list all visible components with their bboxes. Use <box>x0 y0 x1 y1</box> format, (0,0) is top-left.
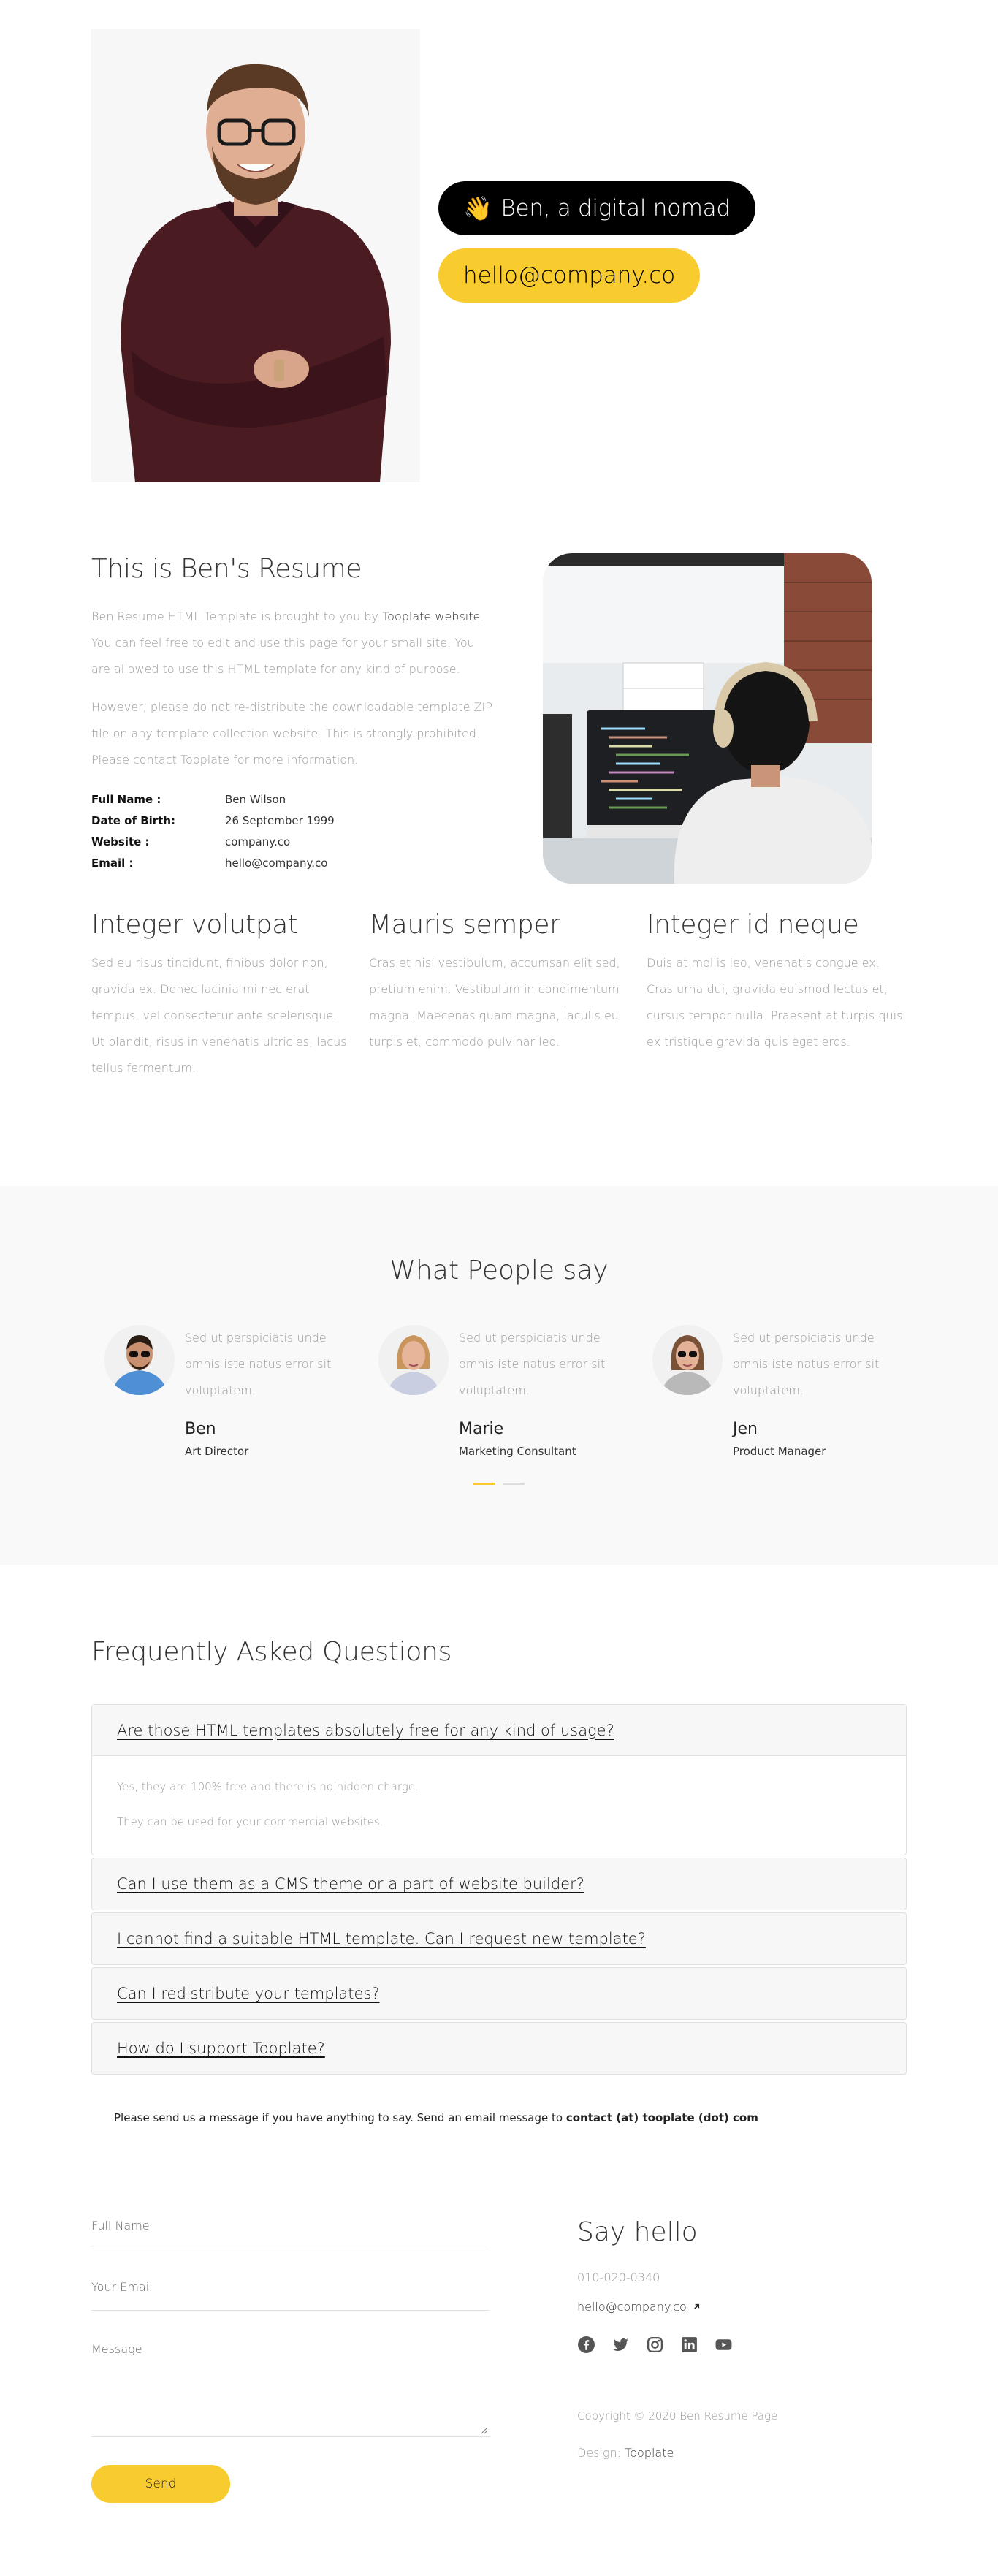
info-label: Website : <box>91 835 150 848</box>
footer-email-text: hello@company.co <box>577 2300 687 2314</box>
social-links <box>577 2336 733 2354</box>
faq-item: Can I use them as a CMS theme or a part … <box>91 1858 907 1910</box>
info-value: company.co <box>225 835 291 848</box>
testimonial-item: Sed ut perspiciatis unde omnis iste natu… <box>104 1325 353 1471</box>
feature-column: Integer id neque Duis at mollis leo, ven… <box>647 910 906 1055</box>
linkedin-icon[interactable] <box>680 2336 698 2354</box>
testimonial-name: Ben <box>185 1420 216 1438</box>
faq-item: How do I support Tooplate? <box>91 2022 907 2075</box>
carousel-dot-2[interactable] <box>503 1483 525 1485</box>
feature-title: Integer volutpat <box>91 910 298 940</box>
waving-hand-icon: 👋 <box>463 194 492 222</box>
testimonial-item: Sed ut perspiciatis unde omnis iste natu… <box>652 1325 901 1471</box>
copyright-text: Copyright © 2020 Ben Resume Page <box>577 2409 778 2423</box>
testimonial-name: Marie <box>459 1420 504 1438</box>
tooplate-website-link[interactable]: Tooplate website <box>382 609 480 623</box>
feature-column: Integer volutpat Sed eu risus tincidunt,… <box>91 910 351 1082</box>
faq-question[interactable]: Can I use them as a CMS theme or a part … <box>92 1858 906 1910</box>
phone-number: 010-020-0340 <box>577 2271 660 2284</box>
message-label: Message <box>91 2342 142 2356</box>
testimonial-name: Jen <box>733 1420 758 1438</box>
faq-answer: Yes, they are 100% free and there is no … <box>92 1756 906 1855</box>
testimonial-role: Marketing Consultant <box>459 1445 576 1458</box>
faq-title: Frequently Asked Questions <box>91 1637 452 1667</box>
faq-item: I cannot find a suitable HTML template. … <box>91 1912 907 1965</box>
hero-email-pill[interactable]: hello@company.co <box>438 248 701 303</box>
faq-answer-line: Yes, they are 100% free and there is no … <box>117 1780 419 1793</box>
about-title: This is Ben's Resume <box>91 554 362 584</box>
testimonial-quote: Sed ut perspiciatis unde omnis iste natu… <box>459 1331 606 1397</box>
instagram-icon[interactable] <box>646 2336 664 2354</box>
feature-text: Duis at mollis leo, venenatis congue ex.… <box>647 956 903 1049</box>
email-label: Your Email <box>91 2280 153 2294</box>
faq-contact-note: Please send us a message if you have any… <box>114 2111 758 2124</box>
about-paragraph-2: However, please do not re-distribute the… <box>91 700 492 767</box>
faq-note-text: Please send us a message if you have any… <box>114 2111 566 2124</box>
about-paragraph-1: Ben Resume HTML Template is brought to y… <box>91 604 497 683</box>
hero-section: 👋 Ben, a digital nomad hello@company.co <box>0 0 998 512</box>
info-row: Date of Birth: 26 September 1999 <box>91 810 384 831</box>
design-credit: Design: Tooplate <box>577 2446 674 2460</box>
faq-item: Can I redistribute your templates? <box>91 1967 907 2020</box>
testimonial-quote: Sed ut perspiciatis unde omnis iste natu… <box>185 1331 332 1397</box>
faq-question[interactable]: Can I redistribute your templates? <box>92 1968 906 2019</box>
avatar <box>378 1325 449 1395</box>
faq-answer-line: They can be used for your commercial web… <box>117 1815 384 1828</box>
resize-grip-icon[interactable] <box>481 2427 488 2434</box>
carousel-dot-1[interactable] <box>473 1483 495 1485</box>
info-label: Full Name : <box>91 792 161 806</box>
info-value: Ben Wilson <box>225 792 286 806</box>
info-label: Email : <box>91 856 134 870</box>
facebook-icon[interactable] <box>577 2336 595 2354</box>
intro-pill: 👋 Ben, a digital nomad <box>438 181 755 235</box>
faq-accordion: Are those HTML templates absolutely free… <box>91 1704 907 2077</box>
twitter-icon[interactable] <box>612 2336 630 2354</box>
info-row: Full Name : Ben Wilson <box>91 789 384 810</box>
info-row: Website : company.co <box>91 831 384 852</box>
avatar <box>104 1325 175 1395</box>
info-label: Date of Birth: <box>91 813 176 827</box>
feature-title: Integer id neque <box>647 910 859 940</box>
faq-question[interactable]: How do I support Tooplate? <box>92 2023 906 2074</box>
design-label: Design: <box>577 2446 625 2460</box>
say-hello-title: Say hello <box>577 2217 698 2247</box>
youtube-icon[interactable] <box>715 2336 733 2354</box>
about-p1-text-a: Ben Resume HTML Template is brought to y… <box>91 609 383 623</box>
send-button[interactable]: Send <box>91 2465 230 2503</box>
testimonials-title: What People say <box>389 1255 609 1285</box>
faq-question[interactable]: Are those HTML templates absolutely free… <box>92 1705 906 1756</box>
testimonial-quote: Sed ut perspiciatis unde omnis iste natu… <box>733 1331 880 1397</box>
faq-note-email: contact (at) tooplate (dot) com <box>565 2111 758 2124</box>
message-textarea[interactable]: Message <box>91 2342 490 2437</box>
full-name-field[interactable]: Full Name <box>91 2219 490 2249</box>
developer-workspace-image <box>543 553 872 884</box>
feature-text: Cras et nisl vestibulum, accumsan elit s… <box>369 956 620 1049</box>
feature-text: Sed eu risus tincidunt, finibus dolor no… <box>91 956 347 1075</box>
testimonial-role: Product Manager <box>733 1445 826 1458</box>
hero-portrait-image <box>91 29 420 482</box>
testimonial-role: Art Director <box>185 1445 249 1458</box>
personal-info-list: Full Name : Ben Wilson Date of Birth: 26… <box>91 789 384 873</box>
external-arrow-icon <box>693 2303 699 2309</box>
info-row: Email : hello@company.co <box>91 852 384 873</box>
feature-column: Mauris semper Cras et nisl vestibulum, a… <box>369 910 628 1055</box>
faq-item: Are those HTML templates absolutely free… <box>91 1704 907 1855</box>
footer-email-link[interactable]: hello@company.co <box>577 2300 701 2314</box>
tooplate-design-link[interactable]: Tooplate <box>625 2446 674 2460</box>
intro-text: Ben, a digital nomad <box>500 195 731 221</box>
avatar <box>652 1325 723 1395</box>
feature-title: Mauris semper <box>369 910 560 940</box>
info-value: hello@company.co <box>225 856 328 870</box>
testimonial-item: Sed ut perspiciatis unde omnis iste natu… <box>378 1325 627 1471</box>
email-field[interactable]: Your Email <box>91 2280 490 2311</box>
faq-question[interactable]: I cannot find a suitable HTML template. … <box>92 1913 906 1964</box>
testimonials-section: What People say Sed ut perspiciatis unde… <box>0 1186 998 1565</box>
info-value: 26 September 1999 <box>225 813 335 827</box>
full-name-label: Full Name <box>91 2219 150 2233</box>
